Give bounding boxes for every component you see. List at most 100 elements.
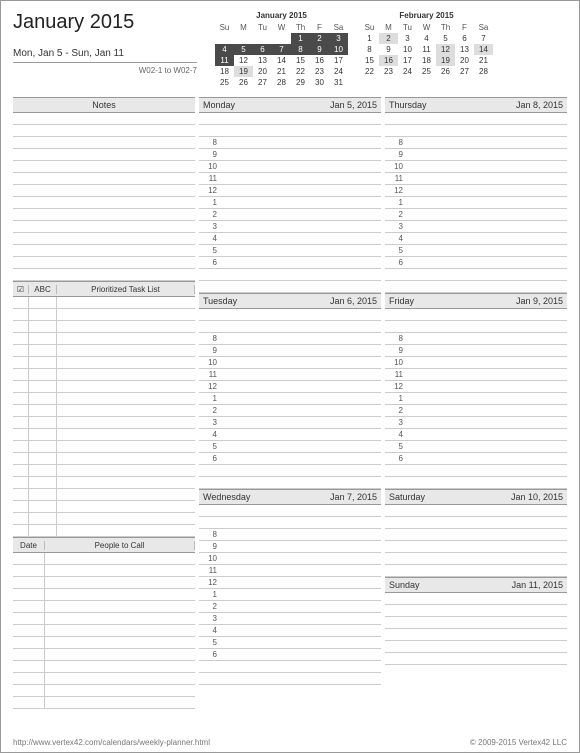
hour-label: 1 [199, 394, 221, 403]
ruled-line[interactable] [13, 477, 195, 489]
day-body[interactable]: 89101112123456 [199, 309, 381, 489]
hour-label: 4 [199, 234, 221, 243]
ruled-line[interactable] [13, 525, 195, 537]
task-area[interactable] [13, 297, 195, 537]
mini-calendar: February 2015SuMTuWThFSa1234567891011121… [360, 11, 493, 89]
ruled-line[interactable] [13, 685, 195, 697]
day-body[interactable] [385, 505, 567, 577]
ruled-line[interactable] [13, 637, 195, 649]
ruled-line[interactable] [13, 465, 195, 477]
ruled-line[interactable] [13, 297, 195, 309]
ruled-line[interactable] [13, 577, 195, 589]
ruled-line[interactable] [13, 357, 195, 369]
hour-label: 12 [199, 578, 221, 587]
ruled-line[interactable] [13, 257, 195, 269]
week-range: W02-1 to W02-7 [13, 66, 197, 75]
ruled-line[interactable] [13, 601, 195, 613]
hour-label: 10 [199, 358, 221, 367]
ruled-line[interactable] [13, 161, 195, 173]
ruled-line[interactable] [13, 269, 195, 281]
day-date: Jan 11, 2015 [512, 580, 563, 590]
ruled-line[interactable] [13, 553, 195, 565]
ruled-line[interactable] [13, 501, 195, 513]
ruled-line[interactable] [13, 453, 195, 465]
day-date: Jan 10, 2015 [511, 492, 563, 502]
notes-area[interactable] [13, 113, 195, 281]
day-body[interactable]: 89101112123456 [199, 113, 381, 293]
hour-label: 3 [199, 222, 221, 231]
hour-label: 2 [199, 602, 221, 611]
ruled-line[interactable] [13, 489, 195, 501]
day-header: Saturday Jan 10, 2015 [385, 489, 567, 505]
ruled-line[interactable] [13, 625, 195, 637]
ruled-line[interactable] [13, 405, 195, 417]
ruled-line[interactable] [13, 233, 195, 245]
day-header: MondayJan 5, 2015 [199, 97, 381, 113]
day-body[interactable] [385, 593, 567, 665]
ruled-line[interactable] [13, 513, 195, 525]
hour-label: 12 [199, 186, 221, 195]
hour-label: 10 [199, 554, 221, 563]
ruled-line[interactable] [13, 429, 195, 441]
ruled-line[interactable] [13, 113, 195, 125]
ruled-line[interactable] [13, 673, 195, 685]
mini-cal-title: January 2015 [215, 11, 348, 20]
footer: http://www.vertex42.com/calendars/weekly… [13, 738, 567, 747]
ruled-line[interactable] [13, 149, 195, 161]
right-column: ThursdayJan 8, 201589101112123456FridayJ… [385, 97, 567, 709]
ruled-line[interactable] [13, 369, 195, 381]
ruled-line[interactable] [13, 589, 195, 601]
day-name: Wednesday [203, 492, 250, 502]
left-column: Notes ☑ ABC Prioritized Task List Date P… [13, 97, 195, 709]
ruled-line[interactable] [13, 661, 195, 673]
header: January 2015 Mon, Jan 5 - Sun, Jan 11 W0… [13, 11, 567, 89]
hour-label: 12 [385, 186, 407, 195]
notes-header: Notes [13, 97, 195, 113]
ruled-line[interactable] [13, 125, 195, 137]
day-body[interactable]: 89101112123456 [385, 113, 567, 293]
hour-label: 4 [199, 430, 221, 439]
day-name: Monday [203, 100, 235, 110]
ruled-line[interactable] [13, 321, 195, 333]
day-date: Jan 9, 2015 [516, 296, 563, 306]
ruled-line[interactable] [13, 333, 195, 345]
ruled-line[interactable] [13, 245, 195, 257]
hour-label: 5 [199, 638, 221, 647]
ruled-line[interactable] [13, 697, 195, 709]
ruled-line[interactable] [13, 309, 195, 321]
hour-label: 6 [385, 454, 407, 463]
main-columns: Notes ☑ ABC Prioritized Task List Date P… [13, 97, 567, 709]
ruled-line[interactable] [13, 221, 195, 233]
task-check-col: ☑ [13, 285, 29, 294]
ruled-line[interactable] [13, 393, 195, 405]
hour-label: 5 [199, 442, 221, 451]
ruled-line[interactable] [13, 565, 195, 577]
ruled-line[interactable] [13, 137, 195, 149]
day-date: Jan 7, 2015 [330, 492, 377, 502]
ruled-line[interactable] [13, 381, 195, 393]
planner-page: January 2015 Mon, Jan 5 - Sun, Jan 11 W0… [0, 0, 580, 753]
day-name: Saturday [389, 492, 425, 502]
hour-label: 8 [199, 138, 221, 147]
ruled-line[interactable] [13, 417, 195, 429]
day-body[interactable]: 89101112123456 [385, 309, 567, 489]
hour-label: 2 [385, 210, 407, 219]
hour-label: 5 [385, 246, 407, 255]
hour-label: 12 [199, 382, 221, 391]
hour-label: 8 [199, 334, 221, 343]
mini-calendar: January 2015SuMTuWThFSa12345678910111213… [215, 11, 348, 89]
hour-label: 3 [199, 614, 221, 623]
ruled-line[interactable] [13, 185, 195, 197]
ruled-line[interactable] [13, 613, 195, 625]
task-abc-col: ABC [29, 285, 57, 294]
ruled-line[interactable] [13, 345, 195, 357]
people-area[interactable] [13, 553, 195, 709]
ruled-line[interactable] [13, 173, 195, 185]
ruled-line[interactable] [13, 197, 195, 209]
people-date-col: Date [13, 541, 45, 550]
ruled-line[interactable] [13, 441, 195, 453]
ruled-line[interactable] [13, 209, 195, 221]
hour-label: 9 [385, 346, 407, 355]
day-body[interactable]: 89101112123456 [199, 505, 381, 685]
ruled-line[interactable] [13, 649, 195, 661]
